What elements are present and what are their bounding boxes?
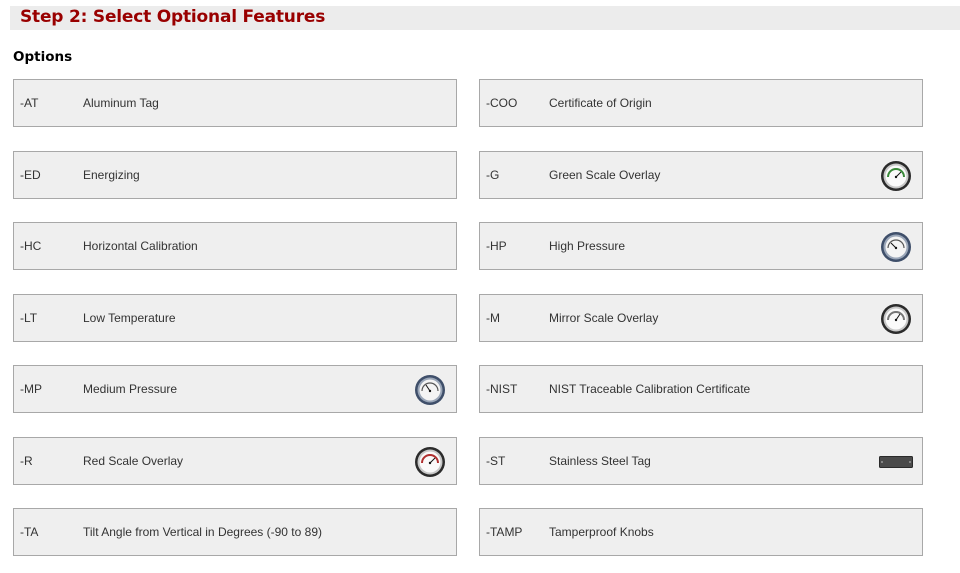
option-st[interactable]: -ST Stainless Steel Tag xyxy=(479,436,923,485)
option-tamp[interactable]: -TAMP Tamperproof Knobs xyxy=(479,508,923,556)
option-code: -COO xyxy=(486,96,518,110)
option-ed[interactable]: -ED Energizing xyxy=(13,150,457,199)
option-nist[interactable]: -NIST NIST Traceable Calibration Certifi… xyxy=(479,365,923,413)
option-g[interactable]: -G Green Scale Overlay xyxy=(479,150,923,199)
option-code: -M xyxy=(486,310,500,325)
gauge-icon xyxy=(881,303,911,334)
options-grid: -AT Aluminum Tag -COO Certificate of Ori… xyxy=(13,79,923,556)
option-m[interactable]: -M Mirror Scale Overlay xyxy=(479,293,923,342)
option-label: Stainless Steel Tag xyxy=(549,453,651,468)
option-label: Mirror Scale Overlay xyxy=(549,310,659,325)
option-label: Tilt Angle from Vertical in Degrees (-90… xyxy=(83,525,322,539)
option-code: -TA xyxy=(20,525,39,539)
option-hc[interactable]: -HC Horizontal Calibration xyxy=(13,222,457,270)
step-title: Step 2: Select Optional Features xyxy=(20,7,326,27)
option-label: Low Temperature xyxy=(83,310,176,325)
step-header: Step 2: Select Optional Features xyxy=(0,0,960,36)
option-label: NIST Traceable Calibration Certificate xyxy=(549,382,751,396)
option-code: -ED xyxy=(20,167,41,182)
gauge-icon xyxy=(881,232,911,262)
option-code: -LT xyxy=(20,310,38,325)
option-label: Certificate of Origin xyxy=(549,96,652,110)
option-label: Red Scale Overlay xyxy=(83,453,184,468)
option-label: Energizing xyxy=(83,167,140,182)
gauge-icon xyxy=(881,160,911,191)
option-at[interactable]: -AT Aluminum Tag xyxy=(13,79,457,127)
option-code: -HP xyxy=(486,239,507,253)
gauge-icon xyxy=(415,446,445,477)
tag-icon xyxy=(879,455,913,468)
option-label: Tamperproof Knobs xyxy=(549,525,654,539)
option-lt[interactable]: -LT Low Temperature xyxy=(13,293,457,342)
options-section-title: Options xyxy=(13,49,73,65)
option-code: -MP xyxy=(20,382,42,396)
option-code: -HC xyxy=(20,239,42,253)
option-label: Horizontal Calibration xyxy=(83,239,198,253)
option-code: -ST xyxy=(486,453,506,468)
option-coo[interactable]: -COO Certificate of Origin xyxy=(479,79,923,127)
option-r[interactable]: -R Red Scale Overlay xyxy=(13,436,457,485)
option-code: -NIST xyxy=(486,382,518,396)
option-label: Green Scale Overlay xyxy=(549,167,661,182)
option-code: -AT xyxy=(20,96,39,110)
option-label: Aluminum Tag xyxy=(83,96,159,110)
option-code: -G xyxy=(486,167,500,182)
option-hp[interactable]: -HP High Pressure xyxy=(479,222,923,270)
option-ta[interactable]: -TA Tilt Angle from Vertical in Degrees … xyxy=(13,508,457,556)
option-code: -R xyxy=(20,453,33,468)
option-label: High Pressure xyxy=(549,239,626,253)
gauge-icon xyxy=(415,375,445,405)
option-code: -TAMP xyxy=(486,525,523,539)
option-mp[interactable]: -MP Medium Pressure xyxy=(13,365,457,413)
option-label: Medium Pressure xyxy=(83,382,178,396)
